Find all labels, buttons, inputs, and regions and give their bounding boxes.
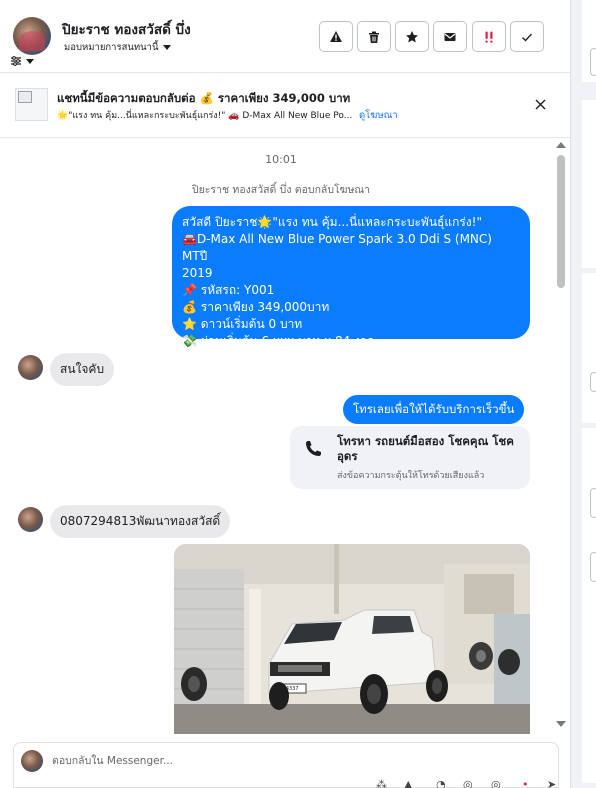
conversation-panel: ปิยะราช ทองสวัสดิ์ บึ่ง มอบหมายการสนทนาน… xyxy=(0,0,571,788)
composer-toolbar: ⁂ ▲ ◔ ◎ ◎ • ➤ xyxy=(359,779,559,788)
message-line: 💸 ผ่อนเริ่มต้น 6,xxx บาท x 84 งวด xyxy=(182,334,375,348)
incoming-message: สนใจคับ xyxy=(50,353,115,386)
contact-avatar[interactable] xyxy=(18,355,43,380)
call-card-title: โทรหา รถยนต์มือสอง โชคคุณ โชค อุดร xyxy=(337,434,514,463)
scrollbar-thumb[interactable] xyxy=(557,155,565,288)
message-line: 📌 รหัสรถ: Y001 xyxy=(182,283,275,297)
details-field[interactable] xyxy=(590,488,596,518)
details-field[interactable] xyxy=(590,552,596,582)
message-composer: ⁂ ▲ ◔ ◎ ◎ • ➤ xyxy=(13,742,559,788)
details-button[interactable] xyxy=(590,48,596,76)
chevron-down-icon xyxy=(162,45,171,50)
details-card xyxy=(582,100,596,268)
conversation-header: ปิยะราช ทองสวัสดิ์ บึ่ง มอบหมายการสนทนาน… xyxy=(0,0,570,73)
truck-photo[interactable]: ผพ 4337 xyxy=(174,544,530,734)
message-timestamp: 10:01 xyxy=(265,153,297,166)
message-line: 2019 xyxy=(182,266,213,280)
ad-banner-subtitle: 🌟"แรง ทน คุ้ม...นี่แหละกระบะพันธุ์แกร่ง!… xyxy=(57,111,353,121)
details-card xyxy=(582,273,596,423)
sliders-icon xyxy=(11,56,21,66)
contact-avatar[interactable] xyxy=(18,507,43,532)
call-request-card[interactable]: โทรหา รถยนต์มือสอง โชคคุณ โชค อุดร ส่งข้… xyxy=(290,426,530,489)
report-spam-button[interactable] xyxy=(319,21,353,52)
check-icon xyxy=(522,33,532,41)
follow-up-button[interactable] xyxy=(472,21,506,52)
message-line: ⭐ ดาวน์เริ่มต้น 0 บาท xyxy=(182,317,303,331)
star-icon xyxy=(406,30,418,42)
emoji-icon[interactable]: ◔ xyxy=(436,779,448,788)
call-card-subtitle: ส่งข้อความกระตุ้นให้โทรด้วยเสียงแล้ว xyxy=(337,471,485,481)
view-ad-link[interactable]: ดูโฆษณา xyxy=(359,108,398,123)
details-field[interactable] xyxy=(590,372,596,392)
ad-context-banner: แชทนี้มีข้อความตอบกลับต่อ 💰 ราคาเพียง 34… xyxy=(0,74,570,138)
call-prompt-message: โทรเลยเพื่อให้ได้รับบริการเร็วขึ้น xyxy=(343,395,525,424)
more-icon[interactable]: ◎ xyxy=(491,779,503,788)
message-thread: 10:01 ปิยะราช ทองสวัสดิ์ บึ่ง ตอบกลับโฆษ… xyxy=(0,139,570,734)
message-line: 💰 ราคาเพียง 349,000บาท xyxy=(182,300,330,314)
ad-banner-title: แชทนี้มีข้อความตอบกลับต่อ 💰 ราคาเพียง 34… xyxy=(57,91,351,105)
truck-photo-image xyxy=(174,544,530,734)
details-card xyxy=(582,428,596,783)
assign-label: มอบหมายการสนทนานี้ xyxy=(64,42,159,53)
phone-icon xyxy=(306,441,321,456)
gif-icon[interactable]: ◎ xyxy=(463,779,475,788)
contact-avatar[interactable] xyxy=(13,17,51,55)
message-line: 🚘D-Max All New Blue Power Spark 3.0 Ddi … xyxy=(182,232,492,263)
warning-icon xyxy=(330,30,342,42)
scroll-down-arrow-icon[interactable] xyxy=(556,721,566,727)
ad-reply-note: ปิยะราช ทองสวัสดิ์ บึ่ง ตอบกลับโฆษณา xyxy=(191,184,371,196)
page-avatar xyxy=(21,750,43,772)
notification-dot-icon: • xyxy=(522,779,529,788)
close-banner-button[interactable] xyxy=(531,95,549,113)
delete-button[interactable] xyxy=(357,21,391,52)
mark-unread-button[interactable] xyxy=(433,21,467,52)
star-button[interactable] xyxy=(395,21,429,52)
license-plate: ผพ 4337 xyxy=(278,686,299,692)
message-line: สวัสดี ปิยะราช🌟"แรง ทน คุ้ม...นี่แหละกระ… xyxy=(182,215,482,229)
trash-icon xyxy=(369,31,379,43)
incoming-message: 0807294813พัฒนาทองสวัสดิ์ xyxy=(50,505,231,538)
ad-greeting-message: สวัสดี ปิยะราช🌟"แรง ทน คุ้ม...นี่แหละกระ… xyxy=(172,206,530,348)
scroll-up-arrow-icon[interactable] xyxy=(556,142,566,148)
contact-name[interactable]: ปิยะราช ทองสวัสดิ์ บึ่ง xyxy=(62,18,191,40)
saved-reply-icon[interactable]: ⁂ xyxy=(376,779,388,788)
chevron-down-icon xyxy=(26,58,34,64)
reply-input[interactable] xyxy=(52,752,492,770)
label-filter-button[interactable] xyxy=(10,54,40,68)
ad-thumbnail[interactable] xyxy=(15,88,48,121)
double-exclamation-icon xyxy=(485,31,493,43)
contact-details-panel xyxy=(571,0,596,788)
close-icon xyxy=(535,99,545,109)
attach-icon[interactable]: ▲ xyxy=(404,779,416,788)
envelope-icon xyxy=(444,32,456,41)
send-icon[interactable]: ➤ xyxy=(547,779,559,788)
assign-conversation-dropdown[interactable]: มอบหมายการสนทนานี้ xyxy=(64,40,171,55)
mark-done-button[interactable] xyxy=(510,21,544,52)
